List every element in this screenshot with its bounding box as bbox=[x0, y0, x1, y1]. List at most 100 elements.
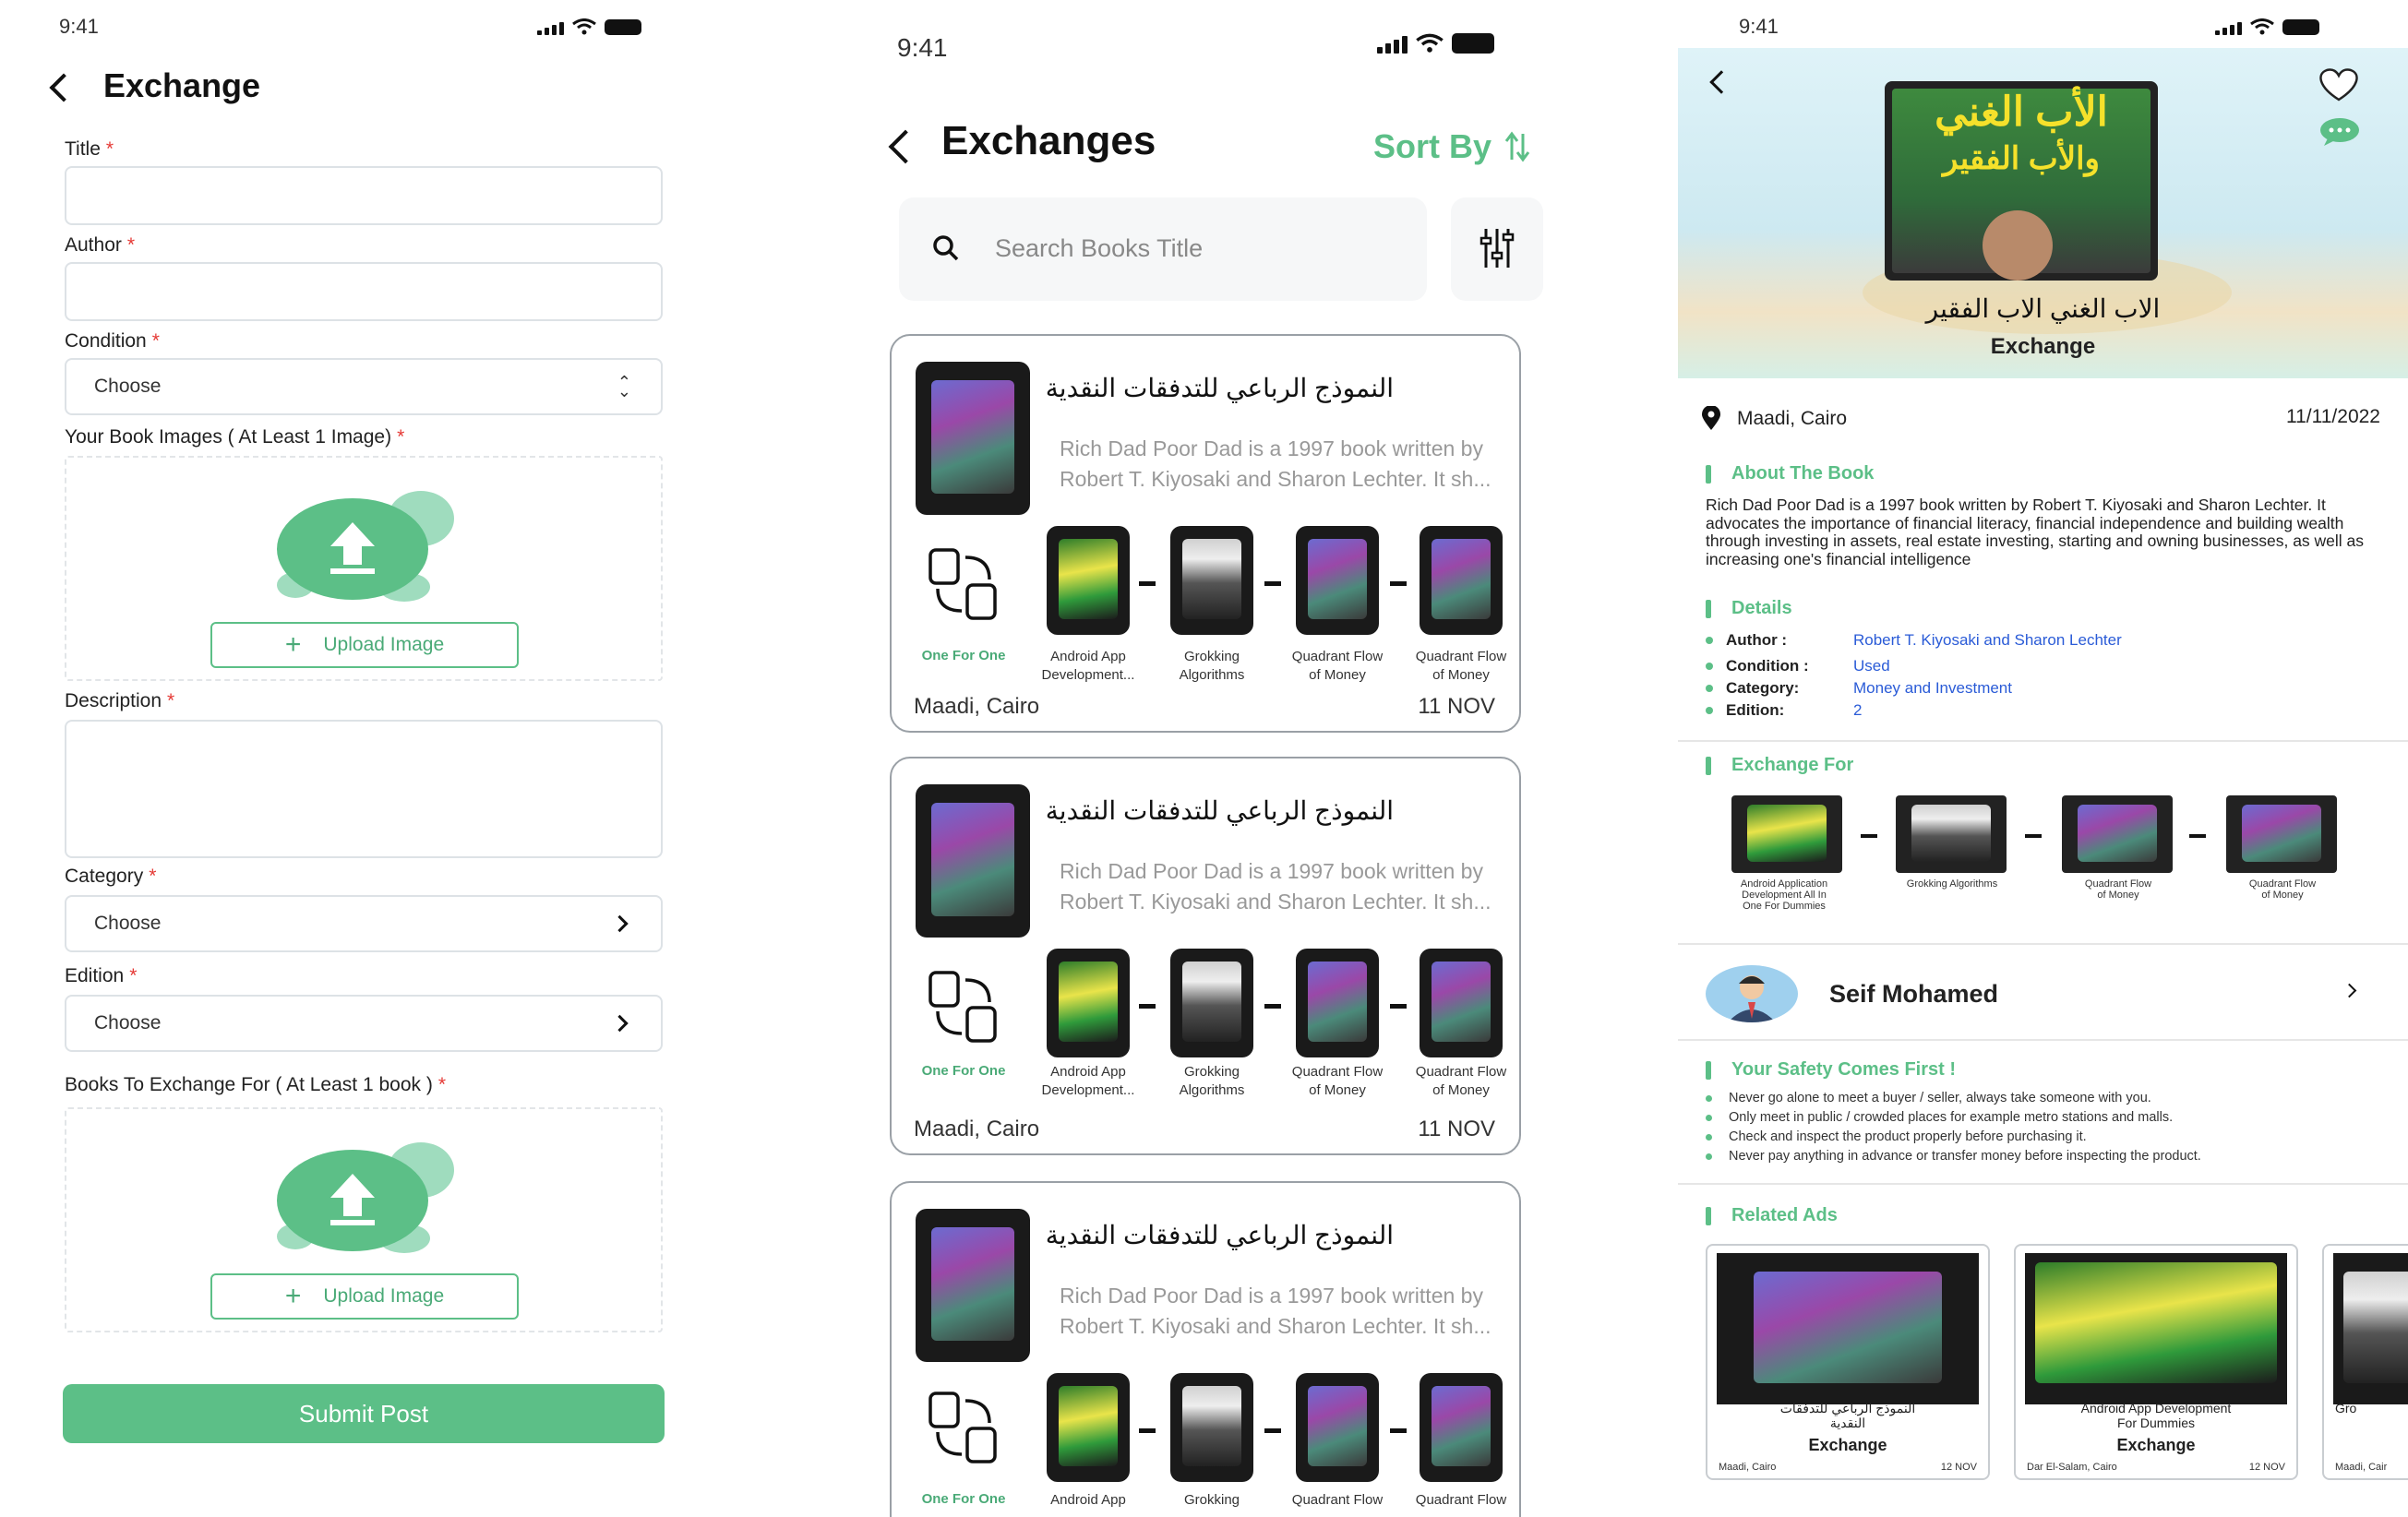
status-icons bbox=[537, 18, 641, 35]
sort-by-button[interactable]: Sort By bbox=[1373, 127, 1530, 166]
divider bbox=[1678, 943, 2408, 945]
card-location: Maadi, Cairo bbox=[914, 1117, 1040, 1141]
filter-button[interactable] bbox=[1451, 197, 1543, 301]
swap-icon bbox=[928, 971, 997, 1043]
sort-by-label: Sort By bbox=[1373, 127, 1492, 165]
related-ad-location: Dar El-Salam, Cairo bbox=[2027, 1462, 2117, 1473]
one-for-one-label: One For One bbox=[921, 648, 1006, 663]
signal-icon bbox=[537, 22, 564, 35]
exchange-book-label: Quadrant Flow bbox=[1291, 1492, 1384, 1508]
safety-tip: Never pay anything in advance or transfe… bbox=[1706, 1149, 2201, 1164]
seller-avatar[interactable] bbox=[1706, 965, 1798, 1022]
separator-dash bbox=[1390, 1004, 1407, 1009]
exchange-book-label: Android App Development... bbox=[1041, 649, 1135, 683]
seller-name[interactable]: Seif Mohamed bbox=[1829, 980, 1998, 1009]
condition-label: Condition * bbox=[65, 330, 160, 352]
up-down-icon: ⌃ ⌄ bbox=[617, 373, 631, 400]
separator-dash bbox=[1264, 1004, 1281, 1009]
upload-image-button[interactable]: + Upload Image bbox=[210, 1273, 519, 1320]
about-text: Rich Dad Poor Dad is a 1997 book written… bbox=[1706, 496, 2365, 568]
book-cover-image bbox=[916, 362, 1030, 515]
one-for-one-label: One For One bbox=[921, 1063, 1006, 1079]
exchange-book-label: Quadrant Flow of Money bbox=[2084, 878, 2152, 901]
search-icon bbox=[933, 235, 959, 261]
exchange-book-label: Grokking Algorithms bbox=[1179, 649, 1245, 683]
page-title: Exchange bbox=[103, 66, 261, 104]
category-select[interactable]: Choose bbox=[65, 895, 663, 952]
upload-icon bbox=[277, 491, 454, 602]
safety-tip: Never go alone to meet a buyer / seller,… bbox=[1706, 1091, 2151, 1105]
exchange-card[interactable]: النموذج الرباعي للتدفقات النقدية Rich Da… bbox=[890, 757, 1521, 1155]
signal-icon bbox=[2215, 22, 2242, 35]
card-location: Maadi, Cairo bbox=[914, 694, 1040, 719]
exchange-book-label: Android Application Development All In One… bbox=[1740, 878, 1828, 912]
separator-dash bbox=[1139, 581, 1156, 586]
submit-post-button[interactable]: Submit Post bbox=[63, 1384, 665, 1443]
title-input[interactable] bbox=[65, 166, 663, 225]
card-description: Rich Dad Poor Dad is a 1997 book written… bbox=[1060, 1284, 1492, 1338]
related-ad-card[interactable]: Gro Maadi, Cair bbox=[2322, 1244, 2408, 1480]
exchange-book-label: Quadrant Flow of Money bbox=[1415, 649, 1507, 683]
divider bbox=[1678, 740, 2408, 742]
edition-select[interactable]: Choose bbox=[65, 995, 663, 1052]
separator-dash bbox=[1390, 1428, 1407, 1433]
battery-icon bbox=[2282, 19, 2319, 35]
separator-dash bbox=[2025, 834, 2042, 838]
exchange-card[interactable]: النموذج الرباعي للتدفقات النقدية Rich Da… bbox=[890, 1181, 1521, 1517]
description-textarea[interactable] bbox=[65, 720, 663, 858]
exchange-book-image bbox=[1731, 795, 1842, 873]
back-arrow-icon[interactable] bbox=[888, 129, 923, 164]
related-ad-card[interactable]: Android App Development For Dummies Excha… bbox=[2014, 1244, 2298, 1480]
search-input[interactable]: Search Books Title bbox=[899, 197, 1427, 301]
wifi-icon bbox=[572, 18, 596, 35]
exchange-for-heading: Exchange For bbox=[1706, 755, 1853, 776]
status-time: 9:41 bbox=[897, 33, 948, 62]
upload-image-button[interactable]: + Upload Image bbox=[210, 622, 519, 668]
separator-dash bbox=[2189, 834, 2206, 838]
related-ad-image bbox=[2025, 1253, 2287, 1404]
detail-edition: Edition: 2 bbox=[1706, 701, 1862, 720]
card-date: 11 NOV bbox=[1418, 694, 1495, 719]
one-for-one-label: One For One bbox=[921, 1491, 1006, 1507]
safety-heading: Your Safety Comes First ! bbox=[1706, 1059, 1956, 1081]
book-cover-image bbox=[916, 1209, 1030, 1362]
separator-dash bbox=[1264, 581, 1281, 586]
plus-icon: + bbox=[284, 629, 302, 660]
category-label: Category * bbox=[65, 866, 157, 887]
exchange-book-image bbox=[1296, 949, 1379, 1057]
exchange-books-dropzone[interactable]: + Upload Image bbox=[65, 1107, 663, 1332]
exchange-book-label: Grokking Algorithms bbox=[1906, 878, 1998, 890]
chevron-right-icon bbox=[611, 1014, 629, 1033]
back-arrow-icon[interactable] bbox=[49, 73, 78, 102]
safety-tip: Only meet in public / crowded places for… bbox=[1706, 1110, 2173, 1125]
condition-select[interactable]: Choose ⌃ ⌄ bbox=[65, 358, 663, 415]
chat-icon[interactable] bbox=[2318, 116, 2361, 148]
location-pin-icon bbox=[1702, 406, 1720, 430]
condition-value: Choose bbox=[94, 376, 162, 397]
book-images-dropzone[interactable]: + Upload Image bbox=[65, 456, 663, 681]
author-input[interactable] bbox=[65, 262, 663, 321]
exchange-form-screen: 9:41 Exchange Title * Author * Condition * … bbox=[0, 0, 720, 1517]
separator-dash bbox=[1139, 1004, 1156, 1009]
sort-icon bbox=[1504, 131, 1530, 162]
exchange-book-image bbox=[1420, 526, 1503, 635]
card-title: النموذج الرباعي للتدفقات النقدية bbox=[1045, 374, 1394, 402]
status-icons bbox=[2215, 18, 2319, 35]
edition-label: Edition * bbox=[65, 965, 138, 986]
exchange-books-label: Books To Exchange For ( At Least 1 book … bbox=[65, 1074, 447, 1095]
signal-icon bbox=[1377, 36, 1408, 54]
title-label: Title * bbox=[65, 138, 114, 160]
swap-icon bbox=[928, 548, 997, 620]
details-heading: Details bbox=[1706, 598, 1792, 619]
detail-condition: Condition : Used bbox=[1706, 657, 1890, 675]
related-ad-card[interactable]: النموذج الرباعي للتدفقات النقدية Exchange… bbox=[1706, 1244, 1990, 1480]
related-ad-location: Maadi, Cairo bbox=[1719, 1462, 1777, 1473]
exchange-book-label: Grokking bbox=[1183, 1492, 1240, 1508]
swap-icon bbox=[928, 1392, 997, 1463]
exchange-book-image bbox=[2062, 795, 2173, 873]
chevron-right-icon[interactable] bbox=[2342, 983, 2357, 998]
exchange-book-image bbox=[1420, 949, 1503, 1057]
exchange-book-image bbox=[1047, 1373, 1130, 1482]
heart-icon[interactable] bbox=[2315, 66, 2363, 103]
exchange-card[interactable]: النموذج الرباعي للتدفقات النقدية Rich Da… bbox=[890, 334, 1521, 733]
